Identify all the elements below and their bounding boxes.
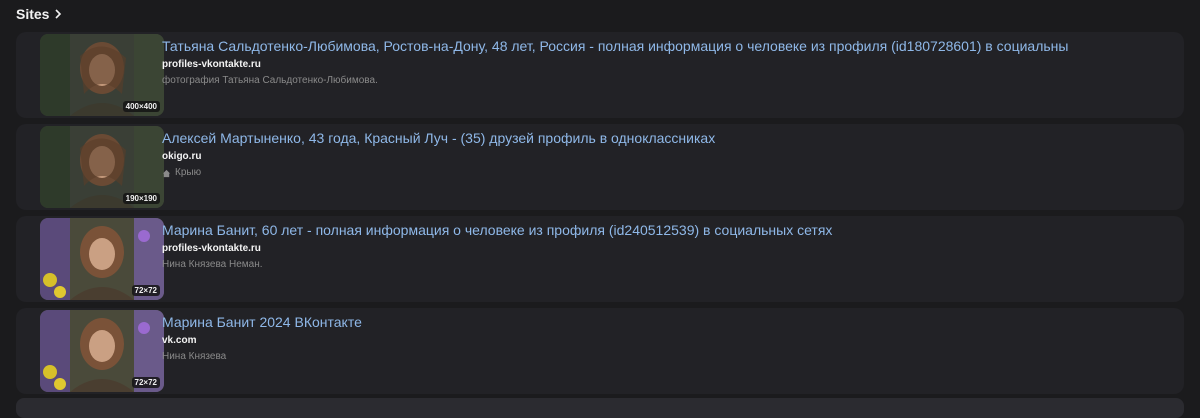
result-card[interactable]: 400×400 Татьяна Сальдотенко-Любимова, Ро… xyxy=(16,32,1184,118)
section-header[interactable]: Sites xyxy=(16,6,63,22)
image-size-badge: 190×190 xyxy=(122,193,160,204)
home-icon xyxy=(162,169,171,177)
result-snippet-text: Нина Князева Неман. xyxy=(162,259,263,270)
result-thumbnail[interactable]: 190×190 xyxy=(40,126,164,208)
result-thumbnail[interactable]: 400×400 xyxy=(40,34,164,116)
result-snippet-text: Нина Князева xyxy=(162,351,227,362)
chevron-right-icon xyxy=(55,9,62,19)
result-snippet: Нина Князева xyxy=(162,350,1162,364)
result-thumbnail[interactable]: 72×72 xyxy=(40,218,164,300)
result-snippet-text: фотография Татьяна Сальдотенко-Любимова. xyxy=(162,75,378,86)
result-snippet: Крыю xyxy=(162,166,1162,180)
result-snippet: фотография Татьяна Сальдотенко-Любимова. xyxy=(162,74,1162,88)
result-title-link[interactable]: Марина Банит 2024 ВКонтакте xyxy=(162,312,1162,332)
result-card[interactable]: 190×190 Алексей Мартыненко, 43 года, Кра… xyxy=(16,124,1184,210)
result-thumbnail[interactable]: 72×72 xyxy=(40,310,164,392)
result-domain[interactable]: profiles-vkontakte.ru xyxy=(162,242,1162,256)
section-title: Sites xyxy=(16,6,50,22)
result-title-link[interactable]: Татьяна Сальдотенко-Любимова, Ростов-на-… xyxy=(162,36,1162,56)
result-title-link[interactable]: Алексей Мартыненко, 43 года, Красный Луч… xyxy=(162,128,1162,148)
result-snippet: Нина Князева Неман. xyxy=(162,258,1162,272)
next-section-bar xyxy=(16,398,1184,418)
result-domain[interactable]: okigo.ru xyxy=(162,150,1162,164)
result-domain[interactable]: profiles-vkontakte.ru xyxy=(162,58,1162,72)
result-card[interactable]: 72×72 Марина Банит 2024 ВКонтакте vk.com… xyxy=(16,308,1184,394)
result-card[interactable]: 72×72 Марина Банит, 60 лет - полная инфо… xyxy=(16,216,1184,302)
image-size-badge: 400×400 xyxy=(122,101,160,112)
result-snippet-text: Крыю xyxy=(175,167,202,178)
result-title-link[interactable]: Марина Банит, 60 лет - полная информация… xyxy=(162,220,1162,240)
image-size-badge: 72×72 xyxy=(131,285,160,296)
image-size-badge: 72×72 xyxy=(131,377,160,388)
result-domain[interactable]: vk.com xyxy=(162,334,1162,348)
results-list: 400×400 Татьяна Сальдотенко-Любимова, Ро… xyxy=(16,32,1184,400)
